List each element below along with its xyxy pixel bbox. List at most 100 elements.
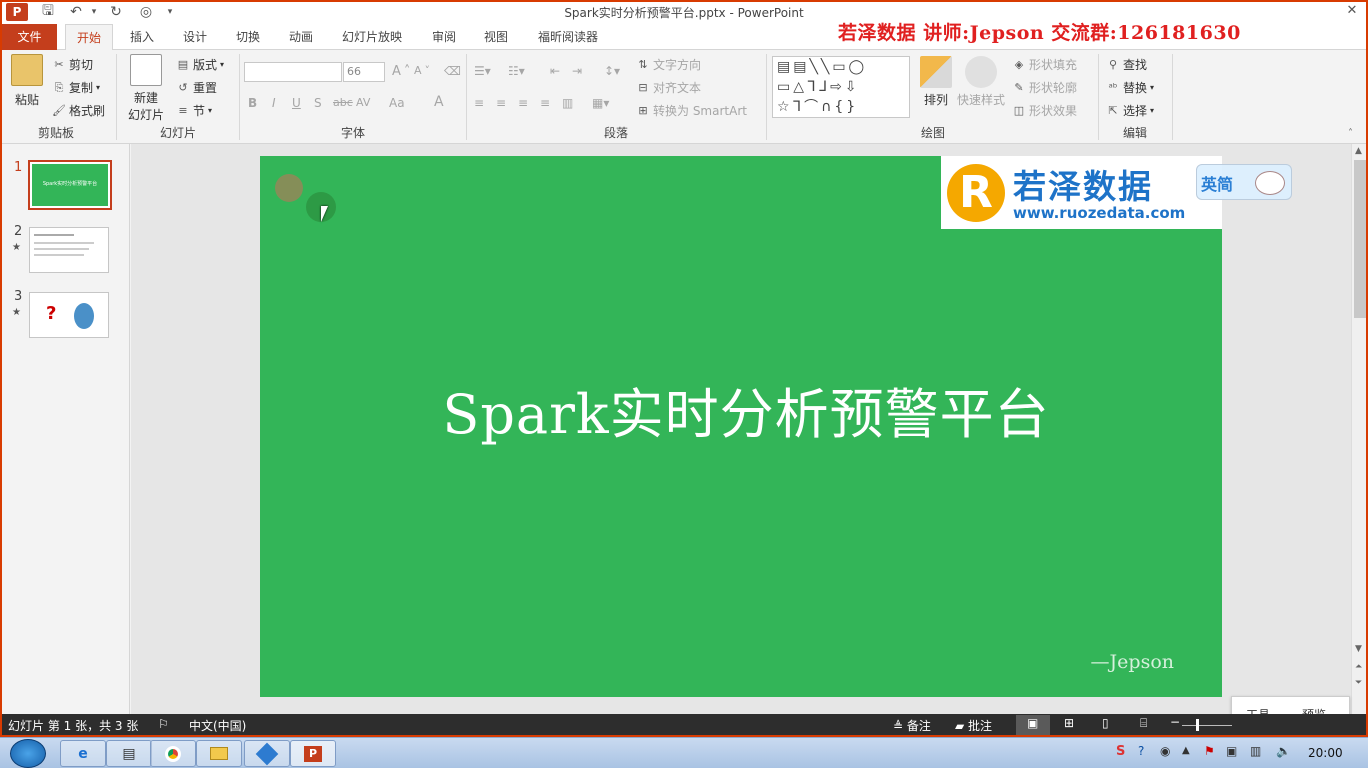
slide-thumbnail-2[interactable] — [29, 227, 109, 273]
align-center-icon[interactable]: ≡ — [496, 96, 506, 110]
tray-app-icon[interactable]: ◉ — [1160, 744, 1170, 758]
bold-button[interactable]: B — [248, 96, 257, 110]
scroll-up-icon[interactable]: ▲ — [1355, 146, 1362, 156]
ime-status-widget[interactable]: 英简 — [1196, 164, 1292, 200]
powerpoint-taskbar-icon[interactable]: P — [290, 740, 336, 767]
font-name-combobox[interactable] — [244, 62, 342, 82]
shape-effects-button[interactable]: ◫ 形状效果 — [1012, 102, 1077, 119]
tab-design[interactable]: 设计 — [175, 24, 215, 50]
shape-fill-button[interactable]: ◈ 形状填充 — [1012, 56, 1077, 73]
copy-button[interactable]: ⎘ 复制 ▾ — [52, 79, 100, 96]
clock[interactable]: 20:00 — [1308, 746, 1343, 760]
show-hidden-icons[interactable]: ▲ — [1182, 745, 1190, 756]
sogou-ime-icon[interactable]: S — [1116, 744, 1125, 759]
decrease-indent-icon[interactable]: ⇤ — [550, 64, 560, 78]
collapse-ribbon-icon[interactable]: ˄ — [1348, 128, 1353, 139]
reset-button[interactable]: ↺ 重置 — [176, 79, 217, 96]
zoom-slider[interactable] — [1182, 725, 1232, 726]
change-case-button[interactable]: Aa — [389, 96, 405, 110]
align-right-icon[interactable]: ≡ — [518, 96, 528, 110]
zoom-slider-thumb[interactable] — [1196, 719, 1199, 731]
slide-author[interactable]: —Jepson — [1091, 651, 1174, 673]
layout-button[interactable]: ▤ 版式 ▾ — [176, 56, 224, 73]
shrink-font-button[interactable]: A ˅ — [414, 64, 430, 77]
clear-formatting-icon[interactable]: ⌫ — [444, 64, 461, 78]
font-size-combobox[interactable]: 66 — [343, 62, 385, 82]
shape-outline-button[interactable]: ✎ 形状轮廓 — [1012, 79, 1077, 96]
smartart-button[interactable]: ⊞ 转换为 SmartArt — [636, 102, 747, 119]
slide-thumbnail-3[interactable]: ? — [29, 292, 109, 338]
distributed-icon[interactable]: ▥ — [562, 96, 573, 110]
tab-file[interactable]: 文件 — [2, 24, 57, 50]
paste-button[interactable]: 粘贴 — [8, 54, 46, 108]
slide-canvas[interactable]: R 若泽数据 www.ruozedata.com Spark实时分析预警平台 —… — [260, 156, 1222, 697]
increase-indent-icon[interactable]: ⇥ — [572, 64, 582, 78]
shadow-button[interactable]: S — [314, 96, 322, 110]
separator — [116, 54, 117, 140]
scroll-thumb[interactable] — [1354, 160, 1366, 318]
tab-review[interactable]: 审阅 — [424, 24, 464, 50]
section-button[interactable]: ≡ 节 ▾ — [176, 102, 212, 119]
find-button[interactable]: ⚲ 查找 — [1106, 56, 1147, 73]
shapes-gallery[interactable]: ▤▤╲╲▭◯ ▭△ᒣᒧ⇨⇩ ☆ᒣ⌒∩{} — [772, 56, 910, 118]
vertical-scrollbar[interactable]: ▲ ▼ ⏶ ⏷ — [1351, 144, 1368, 714]
animation-star-icon: ★ — [12, 242, 21, 253]
slide-sorter-icon[interactable]: ⊞ — [1064, 716, 1074, 730]
app-window-icon[interactable]: ▤ — [106, 740, 152, 767]
tab-transitions[interactable]: 切换 — [228, 24, 268, 50]
columns-icon[interactable]: ▦▾ — [592, 96, 609, 110]
close-icon[interactable]: ✕ — [1338, 0, 1366, 22]
align-text-button[interactable]: ⊟ 对齐文本 — [636, 79, 701, 96]
file-explorer-icon[interactable] — [196, 740, 242, 767]
select-button[interactable]: ⇱ 选择 ▾ — [1106, 102, 1154, 119]
tab-insert[interactable]: 插入 — [122, 24, 162, 50]
character-spacing-button[interactable]: AV — [356, 96, 370, 109]
action-center-icon[interactable]: ⚑ — [1204, 744, 1215, 758]
notes-button[interactable]: ≜ 备注 — [893, 717, 931, 734]
slide-thumbnail-1[interactable]: Spark实时分析预警平台 — [28, 160, 112, 210]
bullets-icon[interactable]: ☰▾ — [474, 64, 491, 78]
clipboard-tray-icon[interactable]: ▣ — [1226, 744, 1237, 758]
previous-slide-icon[interactable]: ⏶ — [1355, 662, 1362, 672]
scroll-down-icon[interactable]: ▼ — [1355, 644, 1362, 654]
smartart-label: 转换为 SmartArt — [653, 104, 747, 118]
line-spacing-icon[interactable]: ↕▾ — [604, 64, 620, 78]
grow-font-button[interactable]: A ˄ — [392, 64, 410, 79]
replace-button[interactable]: ᵃᵇ 替换 ▾ — [1106, 79, 1154, 96]
quick-styles-button[interactable]: 快速样式 — [956, 56, 1006, 108]
tab-view[interactable]: 视图 — [476, 24, 516, 50]
next-slide-icon[interactable]: ⏷ — [1355, 678, 1362, 688]
numbering-icon[interactable]: ☷▾ — [508, 64, 525, 78]
tab-foxit-reader[interactable]: 福昕阅读器 — [530, 24, 606, 50]
help-icon[interactable]: ? — [1138, 744, 1144, 758]
new-slide-button[interactable]: 新建 幻灯片 — [122, 54, 170, 123]
group-label-paragraph: 段落 — [603, 126, 628, 140]
language-status[interactable]: 中文(中国) — [189, 717, 246, 734]
strikethrough-button[interactable]: abc — [333, 96, 353, 109]
slide-title[interactable]: Spark实时分析预警平台 — [260, 370, 1222, 449]
volume-icon[interactable]: 🔈 — [1276, 744, 1291, 758]
font-color-button[interactable]: A — [434, 94, 444, 110]
virtualbox-icon[interactable] — [244, 740, 290, 767]
start-button[interactable] — [10, 739, 46, 768]
cut-button[interactable]: ✂ 剪切 — [52, 56, 93, 73]
slideshow-view-icon[interactable]: ⌸ — [1140, 716, 1147, 731]
justify-icon[interactable]: ≡ — [540, 96, 550, 110]
tab-home[interactable]: 开始 — [65, 24, 113, 51]
chrome-icon[interactable] — [150, 740, 196, 767]
comments-button[interactable]: ▰ 批注 — [955, 717, 992, 734]
network-icon[interactable]: ▥ — [1250, 744, 1261, 758]
reading-view-icon[interactable]: ▯ — [1102, 716, 1109, 730]
zoom-out-icon[interactable]: − — [1170, 715, 1180, 729]
tab-slideshow[interactable]: 幻灯片放映 — [334, 24, 410, 50]
align-left-icon[interactable]: ≡ — [474, 96, 484, 110]
tab-animations[interactable]: 动画 — [281, 24, 321, 50]
ie-icon[interactable]: e — [60, 740, 106, 767]
italic-button[interactable]: I — [272, 96, 276, 110]
format-painter-button[interactable]: 🖌 格式刷 — [52, 102, 105, 119]
underline-button[interactable]: U — [292, 96, 301, 110]
question-mark-icon: ? — [46, 303, 57, 324]
spellcheck-icon[interactable]: ⚐ — [158, 717, 169, 731]
text-direction-button[interactable]: ⇅ 文字方向 — [636, 56, 701, 73]
arrange-button[interactable]: 排列 — [918, 56, 954, 108]
